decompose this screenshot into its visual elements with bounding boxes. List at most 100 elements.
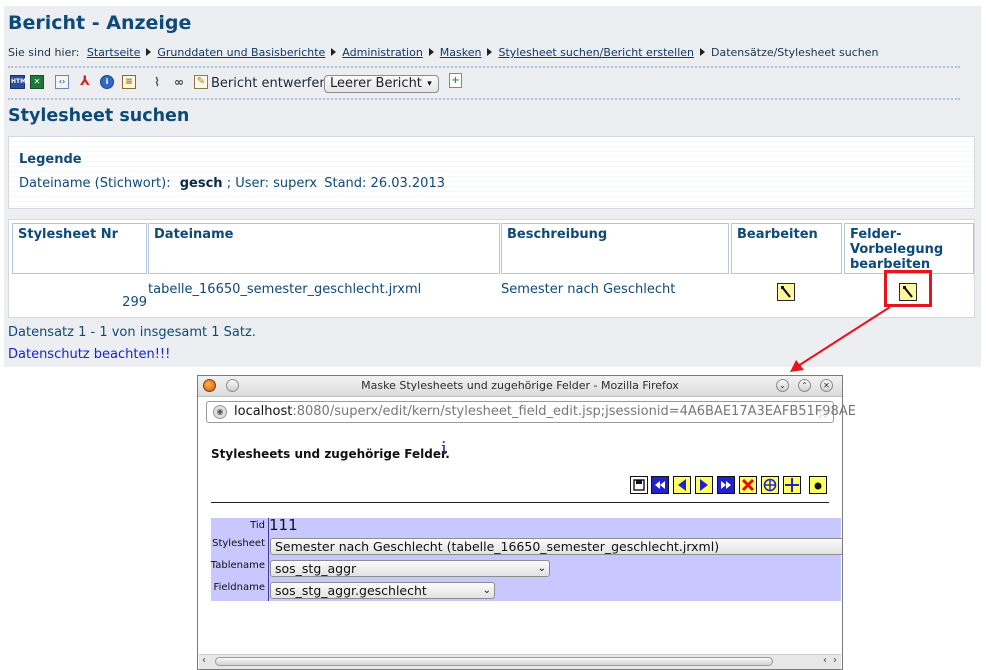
report-design-label: Bericht entwerfen: (211, 76, 332, 91)
first-record-button[interactable] (651, 476, 669, 494)
legend-text: Dateiname (Stichwort): gesch ; User: sup… (19, 176, 445, 191)
save-icon (633, 479, 645, 491)
user-text: ; User: superx (226, 176, 318, 191)
pdf-export-icon[interactable]: ⅄ (78, 75, 92, 89)
pencil-icon (781, 286, 791, 298)
scrollbar-thumb[interactable] (215, 657, 773, 666)
form-heading: Stylesheets und zugehörige Felder. (211, 447, 450, 461)
breadcrumb-link-stylesheet-suchen[interactable]: Stylesheet suchen/Bericht erstellen (498, 46, 694, 59)
breadcrumb-separator-icon (700, 48, 706, 56)
tablename-value: sos_stg_aggr (275, 561, 357, 576)
page-title: Bericht - Anzeige (8, 12, 192, 34)
legend-title: Legende (19, 152, 82, 167)
divider (8, 66, 960, 68)
execute-button[interactable] (809, 476, 827, 494)
chevron-down-icon: ⌄ (482, 585, 491, 596)
breadcrumb-link-startseite[interactable]: Startseite (87, 46, 141, 59)
chevron-down-icon: ▾ (427, 79, 432, 89)
breadcrumb-separator-icon (428, 48, 434, 56)
text-export-icon[interactable]: ≡ (122, 75, 136, 89)
tid-label: Tid (250, 520, 265, 531)
edit-form: Tid 111 Stylesheet Semester nach Geschle… (210, 516, 842, 601)
chevron-down-icon: ⌄ (537, 563, 546, 574)
column-header-dateiname: Dateiname (148, 223, 500, 274)
filename-value: gesch (179, 176, 223, 191)
column-header-stylesheet-nr: Stylesheet Nr (12, 223, 147, 274)
record-navigation-bar (630, 476, 830, 496)
search-icon (763, 478, 777, 492)
column-header-beschreibung: Beschreibung (501, 223, 729, 274)
site-identity-icon[interactable]: ◉ (213, 405, 227, 419)
previous-record-icon (678, 479, 686, 491)
new-report-icon[interactable]: + (449, 73, 462, 88)
stand-text: Stand: 26.03.2013 (324, 176, 445, 191)
report-template-value: Leerer Bericht (330, 76, 422, 91)
previous-record-button[interactable] (673, 476, 691, 494)
cell-beschreibung: Semester nach Geschlecht (501, 282, 676, 297)
scroll-right-icon[interactable]: › (833, 655, 837, 666)
breadcrumb-link-administration[interactable]: Administration (342, 46, 423, 59)
search-button[interactable] (761, 476, 779, 494)
delete-icon (741, 478, 755, 492)
report-template-select[interactable]: Leerer Bericht ▾ (324, 75, 439, 93)
execute-icon (814, 482, 822, 490)
tablename-label: Tablename (210, 560, 265, 571)
first-record-icon (655, 481, 665, 489)
url-text: localhost:8080/superx/edit/kern/styleshe… (234, 404, 856, 419)
info-icon[interactable]: i (441, 438, 447, 459)
breadcrumb-separator-icon (146, 48, 152, 56)
window-titlebar: Maske Stylesheets und zugehörige Felder … (198, 376, 842, 397)
breadcrumb: Sie sind hier: Startseite Grunddaten und … (8, 46, 878, 59)
breadcrumb-link-masken[interactable]: Masken (440, 46, 482, 59)
bookmark-star-icon[interactable]: ☆ (816, 403, 830, 422)
section-title: Stylesheet suchen (8, 106, 190, 126)
html-export-icon[interactable]: HTML (10, 75, 30, 89)
popup-content: Stylesheets und zugehörige Felder. i Tid… (198, 426, 842, 654)
fieldname-select[interactable]: sos_stg_aggr.geschlecht ⌄ (270, 582, 495, 599)
column-header-bearbeiten: Bearbeiten (731, 223, 842, 274)
close-icon[interactable]: ✕ (820, 379, 833, 392)
paperclip-icon[interactable]: ⌇ (150, 75, 164, 89)
breadcrumb-separator-icon (331, 48, 337, 56)
fieldname-value: sos_stg_aggr.geschlecht (275, 583, 427, 598)
firefox-window: Maske Stylesheets und zugehörige Felder … (197, 375, 856, 670)
annotation-arrow (790, 306, 891, 372)
edit-icon[interactable]: ✎ (194, 75, 208, 89)
add-icon (785, 478, 799, 492)
save-button[interactable] (630, 476, 648, 494)
link-icon[interactable]: ∞ (172, 75, 186, 89)
header-line: Vorbelegung (850, 242, 944, 257)
xml-export-icon[interactable]: ‹› (55, 75, 69, 89)
next-record-button[interactable] (695, 476, 713, 494)
scroll-left-icon[interactable]: ‹ (202, 655, 206, 666)
divider (211, 502, 829, 503)
privacy-link[interactable]: Datenschutz beachten!!! (8, 347, 170, 362)
maximize-icon[interactable]: ⌃ (798, 379, 811, 392)
scroll-left-icon[interactable]: ‹ (823, 655, 827, 666)
delete-button[interactable] (739, 476, 757, 494)
fieldname-label: Fieldname (213, 582, 265, 593)
url-path: :8080/superx/edit/kern/stylesheet_field_… (292, 404, 856, 419)
last-record-button[interactable] (717, 476, 735, 494)
minimize-icon[interactable]: ⌄ (776, 379, 789, 392)
column-header-felder-vorbelegung: Felder- Vorbelegung bearbeiten (844, 223, 974, 274)
divider (8, 98, 960, 100)
breadcrumb-prefix: Sie sind hier: (8, 46, 80, 59)
address-bar[interactable]: ◉ localhost:8080/superx/edit/kern/styles… (206, 401, 856, 423)
add-button[interactable] (783, 476, 801, 494)
breadcrumb-link-grunddaten[interactable]: Grunddaten und Basisberichte (157, 46, 325, 59)
legend-panel: Legende Dateiname (Stichwort): gesch ; U… (8, 136, 975, 209)
cell-dateiname: tabelle_16650_semester_geschlecht.jrxml (148, 282, 422, 297)
last-record-icon (721, 481, 731, 489)
breadcrumb-separator-icon (487, 48, 493, 56)
info-icon[interactable]: i (100, 75, 114, 89)
tid-value: 111 (269, 516, 298, 534)
stylesheet-select[interactable]: Semester nach Geschlecht (tabelle_16650_… (270, 538, 842, 555)
tablename-select[interactable]: sos_stg_aggr ⌄ (270, 560, 550, 577)
excel-export-icon[interactable]: ✕ (30, 75, 44, 89)
record-status: Datensatz 1 - 1 von insgesamt 1 Satz. (8, 325, 256, 340)
edit-stylesheet-button[interactable] (777, 283, 795, 301)
breadcrumb-current: Datensätze/Stylesheet suchen (711, 46, 879, 59)
window-title: Maske Stylesheets und zugehörige Felder … (361, 379, 679, 392)
horizontal-scrollbar[interactable]: ‹ ‹ › (199, 654, 841, 669)
